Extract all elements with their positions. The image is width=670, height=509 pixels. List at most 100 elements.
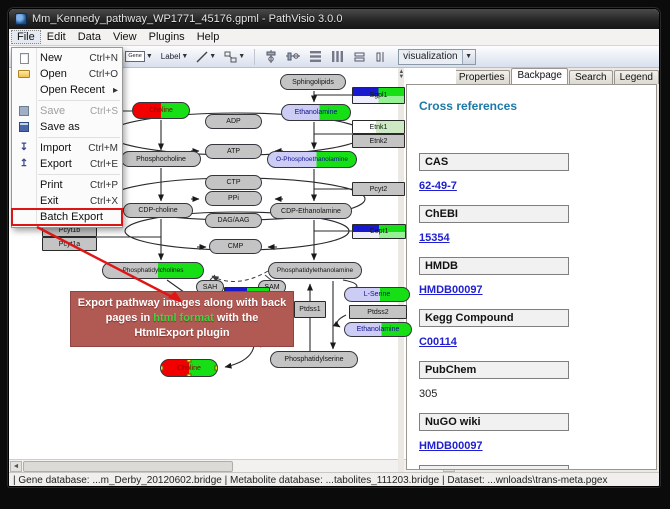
selection-handle[interactable] xyxy=(187,374,192,378)
menu-shortcut: Ctrl+X xyxy=(84,196,118,207)
title-bar[interactable]: Mm_Kennedy_pathway_WP1771_45176.gpml - P… xyxy=(9,9,659,29)
xref-section-chebi: ChEBI xyxy=(419,205,569,223)
menu-separator xyxy=(38,137,120,138)
distribute-vertical-icon xyxy=(309,50,322,63)
pathway-node-ethanolamine[interactable]: Ethanolamine xyxy=(344,322,412,337)
window-title: Mm_Kennedy_pathway_WP1771_45176.gpml - P… xyxy=(32,13,342,25)
distribute-horizontal-icon xyxy=(331,50,344,63)
menu-data[interactable]: Data xyxy=(72,30,107,44)
draw-shape-button[interactable]: ▼ xyxy=(222,48,247,66)
menu-item-label: Print xyxy=(36,179,84,191)
menu-item-label: Export xyxy=(36,158,84,170)
menu-help[interactable]: Help xyxy=(191,30,226,44)
splitter-arrows-icon[interactable]: ▲▼ xyxy=(398,70,405,80)
chevron-down-icon[interactable]: ▼ xyxy=(209,53,216,60)
menu-item-label: Open xyxy=(36,68,83,80)
xref-link-c00114[interactable]: C00114 xyxy=(419,336,457,348)
selection-handle[interactable] xyxy=(160,366,164,371)
menu-item-import[interactable]: ↧ImportCtrl+M xyxy=(12,140,122,156)
node-label: Pcyt2 xyxy=(368,186,390,193)
menu-item-save[interactable]: SaveCtrl+S xyxy=(12,103,122,119)
xref-link-62-49-7[interactable]: 62-49-7 xyxy=(419,180,457,192)
pathway-node-pcyt2[interactable]: Pcyt2 xyxy=(352,182,405,196)
chevron-down-icon[interactable]: ▼ xyxy=(462,50,475,64)
pathway-node-o-phosphoethanolamine[interactable]: O-Phosphoethanolamine xyxy=(267,151,357,168)
node-label: Etnk2 xyxy=(368,138,390,145)
pathway-node-etnk1[interactable]: Etnk1 xyxy=(352,120,405,134)
add-label-button[interactable]: Label ▼ xyxy=(159,48,191,66)
pathway-node-phosphocholine[interactable]: Phosphocholine xyxy=(121,151,201,167)
pathway-node-sgpl1[interactable]: Sgpl1 xyxy=(352,87,405,104)
menu-item-open-recent[interactable]: Open Recent▸ xyxy=(12,82,122,98)
node-label: Choline xyxy=(175,365,203,372)
node-label: Pcyt1a xyxy=(57,241,82,248)
scrollbar-thumb[interactable] xyxy=(23,461,233,472)
selection-handle[interactable] xyxy=(187,359,192,363)
chevron-down-icon[interactable]: ▼ xyxy=(238,53,245,60)
menu-item-label: Batch Export xyxy=(36,211,112,223)
pathway-node-pcyt1a[interactable]: Pcyt1a xyxy=(42,237,97,251)
stack-horizontal-button[interactable] xyxy=(372,48,390,66)
chevron-down-icon[interactable]: ▼ xyxy=(146,53,153,60)
pathway-node-cmp[interactable]: CMP xyxy=(209,239,262,254)
menu-item-save-as[interactable]: Save as xyxy=(12,119,122,135)
pathway-node-atp[interactable]: ATP xyxy=(205,144,262,159)
menu-item-print[interactable]: PrintCtrl+P xyxy=(12,177,122,193)
align-center-button[interactable] xyxy=(262,48,280,66)
menu-item-label: Open Recent xyxy=(36,84,107,96)
menu-plugins[interactable]: Plugins xyxy=(143,30,191,44)
pathway-node-l-serine[interactable]: L-Serine xyxy=(344,287,410,302)
xref-link-15354[interactable]: 15354 xyxy=(419,232,450,244)
add-gene-button[interactable]: Gene ▼ xyxy=(123,48,154,66)
menu-item-export[interactable]: ↥ExportCtrl+E xyxy=(12,156,122,172)
pathway-node-phosphatidylethanolamine[interactable]: Phosphatidylethanolamine xyxy=(268,262,362,279)
menu-item-open[interactable]: OpenCtrl+O xyxy=(12,66,122,82)
xref-link-hmdb00097[interactable]: HMDB00097 xyxy=(419,284,483,296)
pathway-node-ptdss2[interactable]: Ptdss2 xyxy=(349,305,407,319)
selection-handle[interactable] xyxy=(215,366,219,371)
menu-item-new[interactable]: NewCtrl+N xyxy=(12,50,122,66)
node-label: L-Serine xyxy=(362,291,392,298)
shape-icon xyxy=(224,51,237,63)
status-bar: | Gene database: ...m_Derby_20120602.bri… xyxy=(9,472,659,487)
canvas-horizontal-scrollbar[interactable]: ◄ ► xyxy=(9,459,456,472)
pathway-node-ctp[interactable]: CTP xyxy=(205,175,262,190)
stack-vertical-button[interactable] xyxy=(350,48,368,66)
tab-backpage[interactable]: Backpage xyxy=(511,68,567,84)
pathway-node-ptdss1[interactable]: Ptdss1 xyxy=(294,301,326,318)
distribute-horizontal-button[interactable] xyxy=(328,48,346,66)
xref-link-hmdb00097[interactable]: HMDB00097 xyxy=(419,440,483,452)
pathway-node-choline[interactable]: Choline xyxy=(160,359,218,377)
pathway-node-dag-aag[interactable]: DAG/AAG xyxy=(205,213,262,228)
menu-file[interactable]: File xyxy=(11,30,41,44)
pathway-node-cdp-choline[interactable]: CDP-choline xyxy=(123,203,193,218)
menu-view[interactable]: View xyxy=(107,30,143,44)
menu-edit[interactable]: Edit xyxy=(41,30,72,44)
pathway-node-sphingolipids[interactable]: Sphingolipids xyxy=(280,74,346,90)
xref-section-hmdb: HMDB xyxy=(419,257,569,275)
tab-search[interactable]: Search xyxy=(569,70,613,84)
pathway-node-cept1[interactable]: Cept1 xyxy=(352,224,406,239)
pathway-node-phosphatidylcholines[interactable]: Phosphatidylcholines xyxy=(102,262,204,279)
menu-separator xyxy=(38,174,120,175)
pathway-node-phosphatidylserine[interactable]: Phosphatidylserine xyxy=(270,351,358,368)
align-middle-button[interactable] xyxy=(284,48,302,66)
pathway-node-choline[interactable]: Choline xyxy=(132,102,190,119)
scroll-left-icon[interactable]: ◄ xyxy=(10,461,22,472)
menu-item-batch-export[interactable]: Batch Export xyxy=(12,209,122,225)
pathway-node-ethanolamine[interactable]: Ethanolamine xyxy=(281,104,351,121)
draw-line-button[interactable]: ▼ xyxy=(194,48,218,66)
pathway-node-ppi[interactable]: PPi xyxy=(205,191,262,206)
menu-item-exit[interactable]: ExitCtrl+X xyxy=(12,193,122,209)
visualization-combobox[interactable]: visualization ▼ xyxy=(398,49,475,65)
distribute-vertical-button[interactable] xyxy=(306,48,324,66)
pathway-node-cdp-ethanolamine[interactable]: CDP-Ethanolamine xyxy=(270,203,352,219)
chevron-down-icon[interactable]: ▼ xyxy=(181,53,188,60)
pathway-node-etnk2[interactable]: Etnk2 xyxy=(352,134,405,148)
tab-legend[interactable]: Legend xyxy=(614,70,659,84)
tab-properties[interactable]: Properties xyxy=(453,70,511,84)
import-icon: ↧ xyxy=(12,143,36,153)
pathway-node-adp[interactable]: ADP xyxy=(205,114,262,129)
selection-handle[interactable] xyxy=(160,359,164,363)
node-label: Phosphatidylcholines xyxy=(120,267,185,274)
